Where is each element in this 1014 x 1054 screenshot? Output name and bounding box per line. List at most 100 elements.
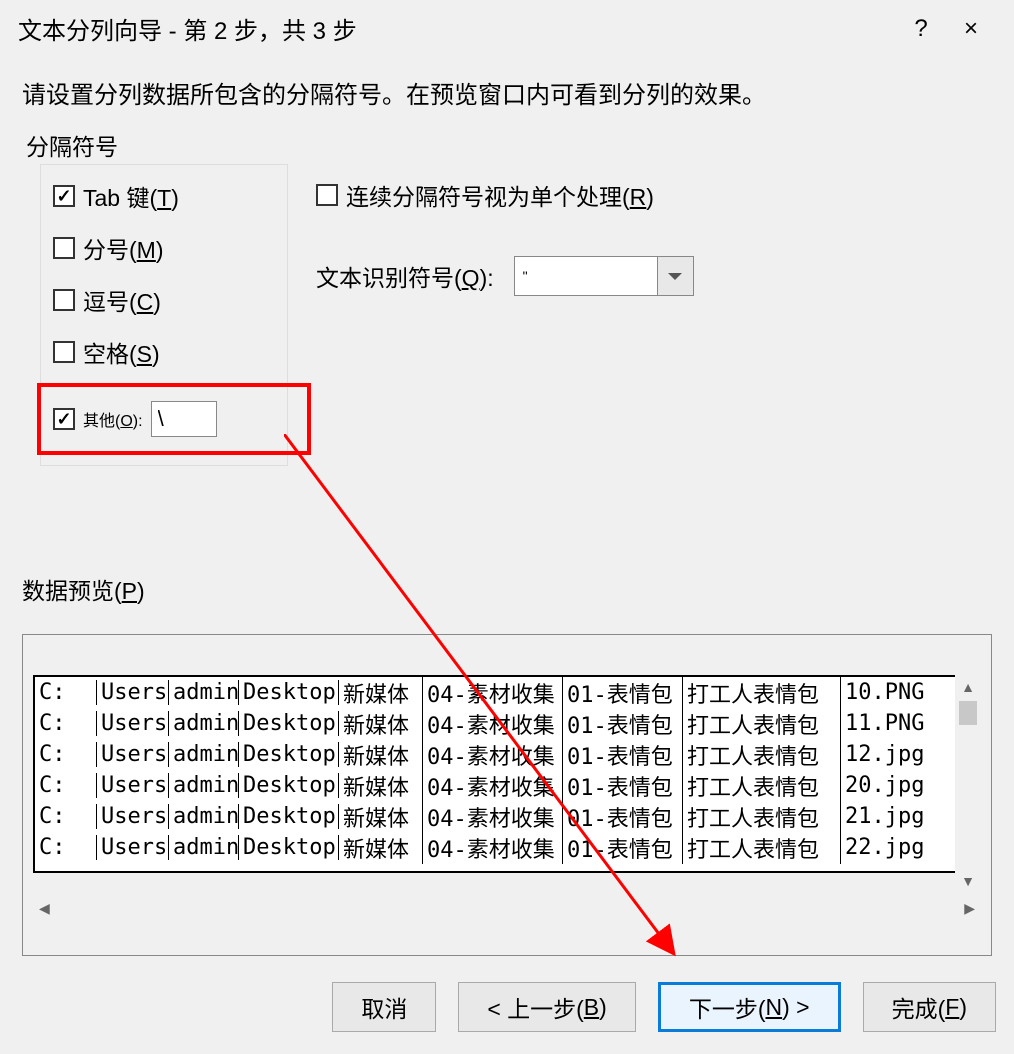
checkbox-other-row: 其他(O): (37, 383, 311, 455)
checkbox-icon (53, 289, 75, 311)
close-button[interactable]: × (946, 9, 996, 49)
next-button[interactable]: 下一步(N) > (658, 982, 841, 1032)
table-cell: Users (97, 680, 169, 705)
table-cell: 12.jpg (841, 742, 931, 767)
dialog-title: 文本分列向导 - 第 2 步，共 3 步 (18, 11, 896, 46)
checkbox-semicolon[interactable]: 分号(M) (53, 231, 277, 265)
delimiters-legend: 分隔符号 (22, 128, 122, 162)
checkbox-consecutive[interactable]: 连续分隔符号视为单个处理(R) (316, 178, 694, 212)
table-cell: Desktop (239, 742, 339, 767)
table-cell: 10.PNG (841, 680, 931, 705)
table-cell: 新媒体 (339, 708, 423, 740)
delimiters-fieldset: 分隔符号 Tab 键(T) 分号(M) 逗号(C) (22, 142, 992, 484)
table-cell: 04-素材收集 (423, 801, 563, 833)
table-cell: admin (169, 742, 239, 767)
preview-section: 数据预览(P) C:UsersadminDesktop新媒体04-素材收集01-… (22, 572, 992, 956)
table-cell: 打工人表情包 (683, 832, 841, 864)
horizontal-scrollbar[interactable]: ◀ ▶ (33, 895, 981, 921)
table-cell: admin (169, 804, 239, 829)
back-button[interactable]: < 上一步(B) (458, 982, 636, 1032)
vertical-scrollbar[interactable]: ▲ ▼ (955, 675, 981, 893)
table-cell: admin (169, 773, 239, 798)
table-cell: 新媒体 (339, 832, 423, 864)
table-cell: 20.jpg (841, 773, 931, 798)
table-cell: Desktop (239, 835, 339, 860)
table-cell: 11.PNG (841, 711, 931, 736)
checkbox-icon (53, 185, 75, 207)
checkbox-icon (316, 184, 338, 206)
table-cell: 21.jpg (841, 804, 931, 829)
scroll-right-icon: ▶ (964, 900, 975, 917)
table-cell: admin (169, 711, 239, 736)
table-cell: 04-素材收集 (423, 770, 563, 802)
preview-box: C:UsersadminDesktop新媒体04-素材收集01-表情包打工人表情… (22, 634, 992, 956)
table-cell: Users (97, 835, 169, 860)
table-cell: 04-素材收集 (423, 832, 563, 864)
table-row: C:UsersadminDesktop新媒体04-素材收集01-表情包打工人表情… (35, 770, 979, 801)
preview-label: 数据预览(P) (22, 572, 992, 606)
table-row: C:UsersadminDesktop新媒体04-素材收集01-表情包打工人表情… (35, 832, 979, 863)
table-cell: Users (97, 711, 169, 736)
scroll-up-icon: ▲ (961, 679, 975, 695)
table-cell: Users (97, 804, 169, 829)
finish-button[interactable]: 完成(F) (863, 982, 996, 1032)
cancel-button[interactable]: 取消 (332, 982, 436, 1032)
titlebar: 文本分列向导 - 第 2 步，共 3 步 ? × (0, 0, 1014, 57)
table-cell: C: (35, 773, 97, 798)
text-qualifier-row: 文本识别符号(Q): (316, 256, 694, 296)
table-cell: 04-素材收集 (423, 708, 563, 740)
table-cell: 打工人表情包 (683, 708, 841, 740)
dialog-content: 请设置分列数据所包含的分隔符号。在预览窗口内可看到分列的效果。 分隔符号 Tab… (0, 57, 1014, 956)
table-cell: 01-表情包 (563, 832, 683, 864)
table-cell: C: (35, 742, 97, 767)
table-cell: C: (35, 835, 97, 860)
checkbox-icon (53, 237, 75, 259)
table-cell: 01-表情包 (563, 770, 683, 802)
table-cell: 22.jpg (841, 835, 931, 860)
table-cell: 新媒体 (339, 770, 423, 802)
table-row: C:UsersadminDesktop新媒体04-素材收集01-表情包打工人表情… (35, 708, 979, 739)
table-cell: 04-素材收集 (423, 739, 563, 771)
table-cell: 新媒体 (339, 677, 423, 709)
table-cell: C: (35, 711, 97, 736)
table-cell: Desktop (239, 711, 339, 736)
scroll-left-icon: ◀ (39, 900, 50, 917)
button-row: 取消 < 上一步(B) 下一步(N) > 完成(F) (0, 956, 1014, 1054)
text-qualifier-input[interactable] (515, 257, 657, 295)
table-cell: admin (169, 680, 239, 705)
checkbox-comma[interactable]: 逗号(C) (53, 283, 277, 317)
table-cell: Desktop (239, 680, 339, 705)
table-cell: Users (97, 742, 169, 767)
table-cell: 01-表情包 (563, 801, 683, 833)
table-cell: Users (97, 773, 169, 798)
table-cell: 01-表情包 (563, 677, 683, 709)
table-cell: Desktop (239, 773, 339, 798)
preview-grid: C:UsersadminDesktop新媒体04-素材收集01-表情包打工人表情… (33, 675, 981, 873)
table-cell: 打工人表情包 (683, 770, 841, 802)
table-cell: 04-素材收集 (423, 677, 563, 709)
table-row: C:UsersadminDesktop新媒体04-素材收集01-表情包打工人表情… (35, 677, 979, 708)
checkbox-other[interactable] (53, 408, 75, 430)
chevron-down-icon[interactable] (657, 257, 693, 295)
table-cell: 01-表情包 (563, 739, 683, 771)
scroll-thumb[interactable] (959, 701, 977, 725)
table-cell: 打工人表情包 (683, 677, 841, 709)
checkbox-icon (53, 341, 75, 363)
other-delimiter-input[interactable] (151, 401, 217, 437)
table-row: C:UsersadminDesktop新媒体04-素材收集01-表情包打工人表情… (35, 739, 979, 770)
table-cell: 新媒体 (339, 739, 423, 771)
instruction-text: 请设置分列数据所包含的分隔符号。在预览窗口内可看到分列的效果。 (22, 75, 992, 110)
help-button[interactable]: ? (896, 9, 946, 49)
table-cell: 01-表情包 (563, 708, 683, 740)
checkbox-tab[interactable]: Tab 键(T) (53, 179, 277, 213)
table-cell: C: (35, 680, 97, 705)
table-cell: Desktop (239, 804, 339, 829)
table-cell: 打工人表情包 (683, 739, 841, 771)
checkbox-space[interactable]: 空格(S) (53, 335, 277, 369)
text-import-wizard-dialog: 文本分列向导 - 第 2 步，共 3 步 ? × 请设置分列数据所包含的分隔符号… (0, 0, 1014, 1054)
table-cell: 新媒体 (339, 801, 423, 833)
scroll-down-icon: ▼ (961, 873, 975, 889)
text-qualifier-combo[interactable] (514, 256, 694, 296)
table-cell: admin (169, 835, 239, 860)
table-cell: 打工人表情包 (683, 801, 841, 833)
